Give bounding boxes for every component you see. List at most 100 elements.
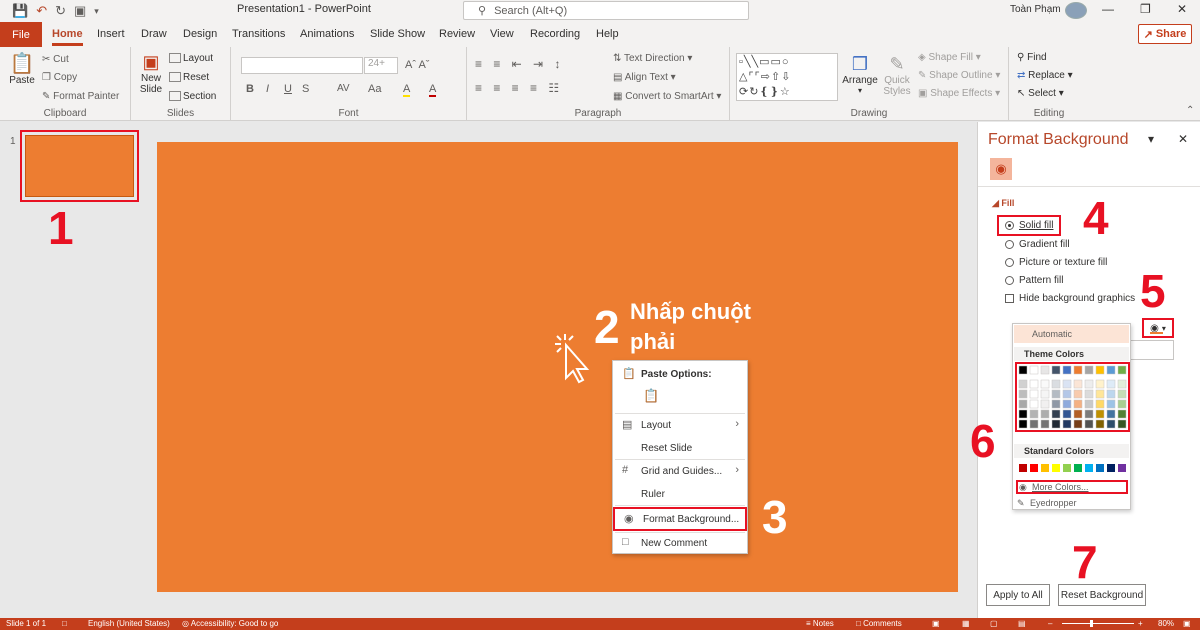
theme-color-swatch[interactable] xyxy=(1117,409,1127,419)
theme-color-swatch[interactable] xyxy=(1084,399,1094,409)
redo-icon[interactable]: ↻ xyxy=(55,3,66,19)
start-slideshow-icon[interactable]: ▣ xyxy=(74,3,86,19)
tab-file[interactable]: File xyxy=(0,22,42,47)
theme-color-swatch[interactable] xyxy=(1073,409,1083,419)
language[interactable]: English (United States) xyxy=(88,619,170,628)
share-button[interactable]: ↗ Share xyxy=(1138,24,1192,44)
minimize-icon[interactable]: — xyxy=(1102,2,1114,16)
theme-color-swatch[interactable] xyxy=(1073,419,1083,429)
save-icon[interactable]: 💾 xyxy=(12,3,28,19)
align-text-button[interactable]: ▤ Align Text ▾ xyxy=(613,72,676,83)
fill-section-header[interactable]: ◢ Fill xyxy=(992,198,1014,209)
theme-color-swatch[interactable] xyxy=(1051,419,1061,429)
theme-color-swatch[interactable] xyxy=(1106,409,1116,419)
fill-color-button[interactable]: ◉ ▾ xyxy=(1142,318,1174,338)
theme-color-swatch[interactable] xyxy=(1029,399,1039,409)
hide-graphics-checkbox[interactable] xyxy=(1005,294,1014,303)
theme-color-swatch[interactable] xyxy=(1051,365,1061,375)
theme-color-swatch[interactable] xyxy=(1117,399,1127,409)
theme-color-swatch[interactable] xyxy=(1095,379,1105,389)
theme-color-swatch[interactable] xyxy=(1029,389,1039,399)
automatic-color-option[interactable]: Automatic xyxy=(1014,325,1129,343)
shapes-gallery[interactable]: ▫╲╲▭▭○ △⌜⌜⇨⇧⇩ ⟳↻❴❵☆ xyxy=(736,53,838,101)
standard-color-swatch[interactable] xyxy=(1030,464,1038,472)
theme-color-swatch[interactable] xyxy=(1073,379,1083,389)
theme-color-swatch[interactable] xyxy=(1073,399,1083,409)
cut-button[interactable]: ✂ Cut xyxy=(42,54,69,65)
reading-view-icon[interactable]: ▢ xyxy=(990,619,998,628)
underline-button[interactable]: U xyxy=(284,83,292,95)
standard-color-swatch[interactable] xyxy=(1063,464,1071,472)
copy-button[interactable]: ❐ Copy xyxy=(42,72,77,83)
theme-color-swatch[interactable] xyxy=(1018,419,1028,429)
theme-color-swatch[interactable] xyxy=(1018,379,1028,389)
shadow-button[interactable]: S xyxy=(302,83,309,95)
shape-fill-button[interactable]: ◈ Shape Fill ▾ xyxy=(918,52,981,63)
apply-to-all-button[interactable]: Apply to All xyxy=(986,584,1050,606)
theme-color-swatch[interactable] xyxy=(1040,409,1050,419)
slideshow-view-icon[interactable]: ▤ xyxy=(1018,619,1026,628)
more-colors-option[interactable]: ◉ More Colors... xyxy=(1016,480,1128,494)
theme-color-swatch[interactable] xyxy=(1084,379,1094,389)
picture-fill-option[interactable]: Picture or texture fill xyxy=(1005,257,1107,268)
bold-button[interactable]: B xyxy=(246,83,254,95)
tab-review[interactable]: Review xyxy=(439,28,475,40)
fill-tab-icon[interactable]: ◉ xyxy=(990,158,1012,180)
tab-insert[interactable]: Insert xyxy=(97,28,125,40)
tab-home[interactable]: Home xyxy=(52,28,83,46)
pane-options-icon[interactable]: ▾ xyxy=(1148,132,1154,146)
theme-color-swatch[interactable] xyxy=(1051,409,1061,419)
theme-color-swatch[interactable] xyxy=(1018,399,1028,409)
gradient-fill-option[interactable]: Gradient fill xyxy=(1005,239,1070,250)
theme-color-swatch[interactable] xyxy=(1084,365,1094,375)
change-case-button[interactable]: Aa xyxy=(368,83,381,95)
zoom-slider[interactable] xyxy=(1062,623,1134,624)
tab-design[interactable]: Design xyxy=(183,28,217,40)
theme-color-swatch[interactable] xyxy=(1051,379,1061,389)
menu-item-grid-guides[interactable]: # Grid and Guides... › xyxy=(613,461,747,481)
theme-color-swatch[interactable] xyxy=(1095,409,1105,419)
theme-color-swatch[interactable] xyxy=(1040,389,1050,399)
align-buttons[interactable]: ≡ ≡ ≡ ≡ ☷ xyxy=(475,81,563,95)
theme-color-swatch[interactable] xyxy=(1095,389,1105,399)
font-color-button[interactable]: A xyxy=(429,83,437,97)
standard-color-swatch[interactable] xyxy=(1118,464,1126,472)
highlight-button[interactable]: A xyxy=(403,83,411,97)
italic-button[interactable]: I xyxy=(266,83,269,95)
zoom-in-icon[interactable]: + xyxy=(1138,619,1143,628)
smartart-button[interactable]: ▦ Convert to SmartArt ▾ xyxy=(613,91,721,102)
slide-thumbnail[interactable] xyxy=(20,130,139,202)
transparency-field[interactable] xyxy=(1130,340,1174,360)
tab-view[interactable]: View xyxy=(490,28,514,40)
tab-slide-show[interactable]: Slide Show xyxy=(370,28,425,40)
menu-item-new-comment[interactable]: □ New Comment xyxy=(613,533,747,553)
quick-styles-button[interactable]: ✎ Quick Styles xyxy=(880,53,914,97)
slide-sorter-icon[interactable]: ▦ xyxy=(962,619,970,628)
theme-color-swatch[interactable] xyxy=(1029,379,1039,389)
theme-color-swatch[interactable] xyxy=(1018,389,1028,399)
theme-color-swatch[interactable] xyxy=(1106,419,1116,429)
notes-button[interactable]: ≡ Notes xyxy=(806,619,834,628)
user-name[interactable]: Toàn Phạm xyxy=(1010,4,1061,15)
reset-button[interactable]: Reset xyxy=(169,72,209,83)
close-window-icon[interactable]: ✕ xyxy=(1177,2,1187,16)
new-slide-button[interactable]: ▣ New Slide xyxy=(137,51,165,95)
eyedropper-option[interactable]: ✎ Eyedropper xyxy=(1016,496,1128,510)
collapse-ribbon-icon[interactable]: ⌃ xyxy=(1186,105,1194,116)
paste-keep-text-icon[interactable]: 📋 xyxy=(643,388,659,404)
find-button[interactable]: ⚲ Find xyxy=(1017,52,1047,63)
theme-color-swatch[interactable] xyxy=(1062,419,1072,429)
avatar[interactable] xyxy=(1065,2,1087,19)
text-direction-button[interactable]: ⇅ Text Direction ▾ xyxy=(613,53,692,64)
normal-view-icon[interactable]: ▣ xyxy=(932,619,940,628)
paste-button[interactable]: 📋 Paste xyxy=(8,53,36,86)
pattern-fill-option[interactable]: Pattern fill xyxy=(1005,275,1063,286)
theme-color-swatch[interactable] xyxy=(1040,419,1050,429)
tab-draw[interactable]: Draw xyxy=(141,28,167,40)
list-buttons[interactable]: ≡ ≡ ⇤ ⇥ ↕ xyxy=(475,57,564,71)
standard-color-swatch[interactable] xyxy=(1019,464,1027,472)
select-button[interactable]: ↖ Select ▾ xyxy=(1017,88,1064,99)
theme-color-swatch[interactable] xyxy=(1029,409,1039,419)
theme-color-swatch[interactable] xyxy=(1084,409,1094,419)
theme-color-swatch[interactable] xyxy=(1040,365,1050,375)
